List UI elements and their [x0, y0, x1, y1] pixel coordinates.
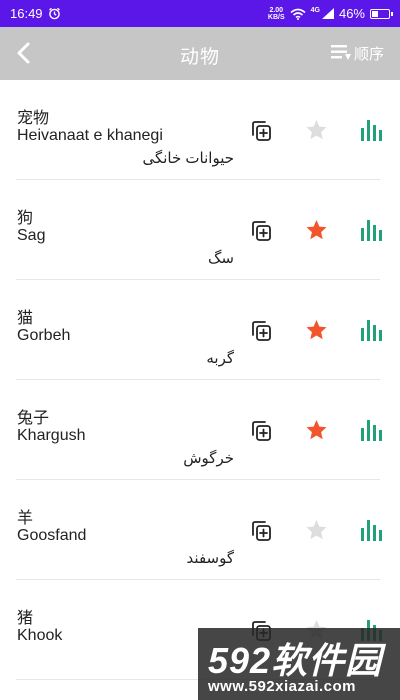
- watermark-url: www.592xiazai.com: [208, 678, 357, 695]
- word-chinese: 狗: [17, 210, 34, 227]
- word-persian: گربه: [206, 350, 234, 367]
- app-header: 动物 顺序: [0, 27, 400, 80]
- battery-percent: 46%: [338, 6, 365, 21]
- wifi-icon: [290, 8, 306, 20]
- list-item[interactable]: 羊 Goosfand گوسفند: [0, 480, 400, 580]
- list-item[interactable]: 宠物 Heivanaat e khanegi حیوانات خانگی: [0, 80, 400, 180]
- bar-chart-icon[interactable]: [359, 118, 383, 142]
- star-icon[interactable]: [305, 319, 328, 341]
- star-icon[interactable]: [305, 419, 328, 441]
- sort-lines-icon: [330, 45, 351, 60]
- word-transliteration: Khargush: [17, 427, 86, 444]
- word-transliteration: Heivanaat e khanegi: [17, 127, 163, 144]
- watermark: 592软件园 www.592xiazai.com: [198, 628, 400, 700]
- add-copy-icon[interactable]: [250, 320, 272, 342]
- add-copy-icon[interactable]: [250, 520, 272, 542]
- add-copy-icon[interactable]: [250, 220, 272, 242]
- network-type: 4G: [310, 7, 320, 14]
- word-transliteration: Goosfand: [17, 527, 87, 544]
- battery-icon: [370, 8, 393, 19]
- status-right: 2.00 KB/S 4G 46%: [268, 6, 393, 21]
- bar-chart-icon[interactable]: [359, 418, 383, 442]
- add-copy-icon[interactable]: [250, 420, 272, 442]
- word-persian: خرگوش: [183, 450, 234, 467]
- status-bar: 16:49 2.00 KB/S 4G 46%: [0, 0, 400, 27]
- watermark-brand: 592软件园: [208, 640, 383, 681]
- sort-button[interactable]: 顺序: [330, 42, 384, 64]
- battery-fill: [372, 10, 379, 17]
- word-chinese: 猪: [17, 610, 34, 627]
- word-chinese: 宠物: [17, 110, 50, 127]
- star-icon[interactable]: [305, 219, 328, 241]
- bar-chart-icon[interactable]: [359, 318, 383, 342]
- word-chinese: 羊: [17, 510, 34, 527]
- status-time: 16:49: [10, 6, 43, 21]
- word-chinese: 猫: [17, 310, 34, 327]
- status-left: 16:49: [10, 6, 61, 21]
- word-persian: حیوانات خانگی: [142, 150, 234, 167]
- net-speed: 2.00 KB/S: [268, 7, 285, 21]
- word-persian: گوسفند: [186, 550, 234, 567]
- list-item[interactable]: 兔子 Khargush خرگوش: [0, 380, 400, 480]
- sort-label: 顺序: [353, 45, 384, 63]
- add-copy-icon[interactable]: [250, 120, 272, 142]
- bar-chart-icon[interactable]: [359, 218, 383, 242]
- net-speed-unit: KB/S: [267, 13, 285, 21]
- star-icon[interactable]: [305, 519, 328, 541]
- signal-icon: [321, 8, 334, 19]
- net-speed-value: 2.00: [269, 6, 284, 14]
- word-persian: سگ: [208, 250, 234, 267]
- alarm-icon: [48, 7, 60, 20]
- word-list: 宠物 Heivanaat e khanegi حیوانات خانگی 狗 Sag سگ…: [0, 80, 400, 680]
- word-transliteration: Sag: [17, 227, 46, 244]
- word-transliteration: Khook: [17, 627, 63, 644]
- word-transliteration: Gorbeh: [17, 327, 71, 344]
- bar-chart-icon[interactable]: [359, 518, 383, 542]
- word-chinese: 兔子: [17, 410, 50, 427]
- star-icon[interactable]: [305, 119, 328, 141]
- list-item[interactable]: 猫 Gorbeh گربه: [0, 280, 400, 380]
- list-item[interactable]: 狗 Sag سگ: [0, 180, 400, 280]
